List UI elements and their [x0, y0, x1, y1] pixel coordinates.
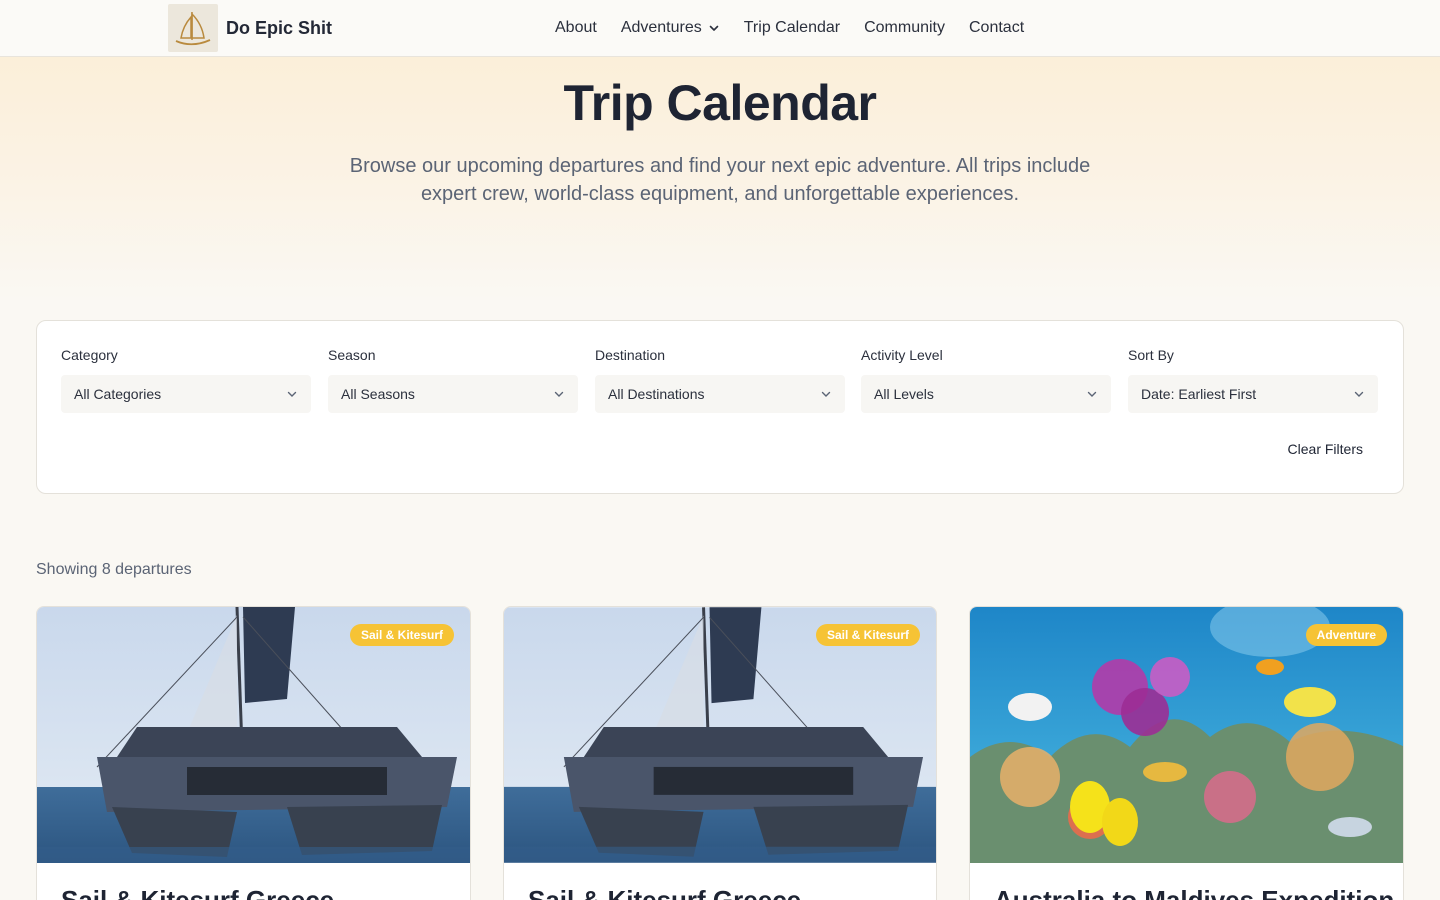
category-filter: Category All Categories	[61, 347, 311, 413]
category-label: Category	[61, 347, 118, 363]
nav-community[interactable]: Community	[864, 19, 945, 37]
results-count: Showing 8 departures	[36, 561, 192, 578]
trip-title[interactable]: Australia to Maldives Expedition	[994, 885, 1394, 900]
sort-by-value: Date: Earliest First	[1141, 386, 1257, 402]
season-value: All Seasons	[341, 386, 415, 402]
nav-trip-calendar[interactable]: Trip Calendar	[744, 19, 840, 37]
season-select[interactable]: All Seasons	[328, 375, 578, 413]
sort-by-filter: Sort By Date: Earliest First	[1128, 347, 1378, 413]
clear-filters-button[interactable]: Clear Filters	[1288, 441, 1363, 457]
chevron-down-icon	[821, 391, 831, 397]
sailboat-logo-icon	[168, 4, 218, 52]
destination-filter: Destination All Destinations	[595, 347, 845, 413]
category-badge: Sail & Kitesurf	[349, 624, 454, 646]
site-header: Do Epic Shit About Adventures Trip Calen…	[0, 0, 1440, 57]
nav-adventures-label: Adventures	[620, 19, 702, 36]
season-filter: Season All Seasons	[328, 347, 578, 413]
category-select[interactable]: All Categories	[61, 375, 311, 413]
nav-contact[interactable]: Contact	[969, 19, 1024, 37]
trip-card[interactable]: Sail & Kitesurf Sail & Kitesurf Greece	[36, 606, 471, 900]
chevron-down-icon	[1087, 391, 1097, 397]
destination-select[interactable]: All Destinations	[595, 375, 845, 413]
filters-panel: Category All Categories Season All Seaso…	[36, 320, 1404, 494]
chevron-down-icon	[554, 391, 564, 397]
sort-by-select[interactable]: Date: Earliest First	[1128, 375, 1378, 413]
brand[interactable]: Do Epic Shit	[168, 4, 332, 52]
chevron-down-icon	[287, 391, 297, 397]
chevron-down-icon	[1354, 391, 1364, 397]
nav-adventures[interactable]: Adventures	[621, 19, 720, 37]
page-subtitle: Browse our upcoming departures and find …	[349, 155, 1091, 205]
destination-value: All Destinations	[608, 386, 705, 402]
season-label: Season	[328, 347, 376, 363]
nav-about[interactable]: About	[555, 19, 597, 37]
category-badge: Sail & Kitesurf	[815, 624, 920, 646]
trip-title[interactable]: Sail & Kitesurf Greece	[528, 885, 801, 900]
page-title: Trip Calendar	[563, 75, 877, 131]
trip-card[interactable]: Sail & Kitesurf Sail & Kitesurf Greece	[503, 606, 937, 900]
activity-level-value: All Levels	[874, 386, 934, 402]
category-badge: Adventure	[1305, 624, 1387, 646]
trip-card[interactable]: Adventure Australia to Maldives Expediti…	[969, 606, 1404, 900]
chevron-down-icon	[709, 25, 719, 31]
category-value: All Categories	[74, 386, 162, 402]
activity-level-filter: Activity Level All Levels	[861, 347, 1111, 413]
activity-level-label: Activity Level	[861, 347, 943, 363]
brand-name: Do Epic Shit	[226, 17, 333, 38]
main-nav: About Adventures Trip Calendar Community…	[555, 0, 1048, 56]
activity-level-select[interactable]: All Levels	[861, 375, 1111, 413]
destination-label: Destination	[595, 347, 666, 363]
trip-title[interactable]: Sail & Kitesurf Greece	[61, 885, 334, 900]
sort-by-label: Sort By	[1128, 347, 1174, 363]
